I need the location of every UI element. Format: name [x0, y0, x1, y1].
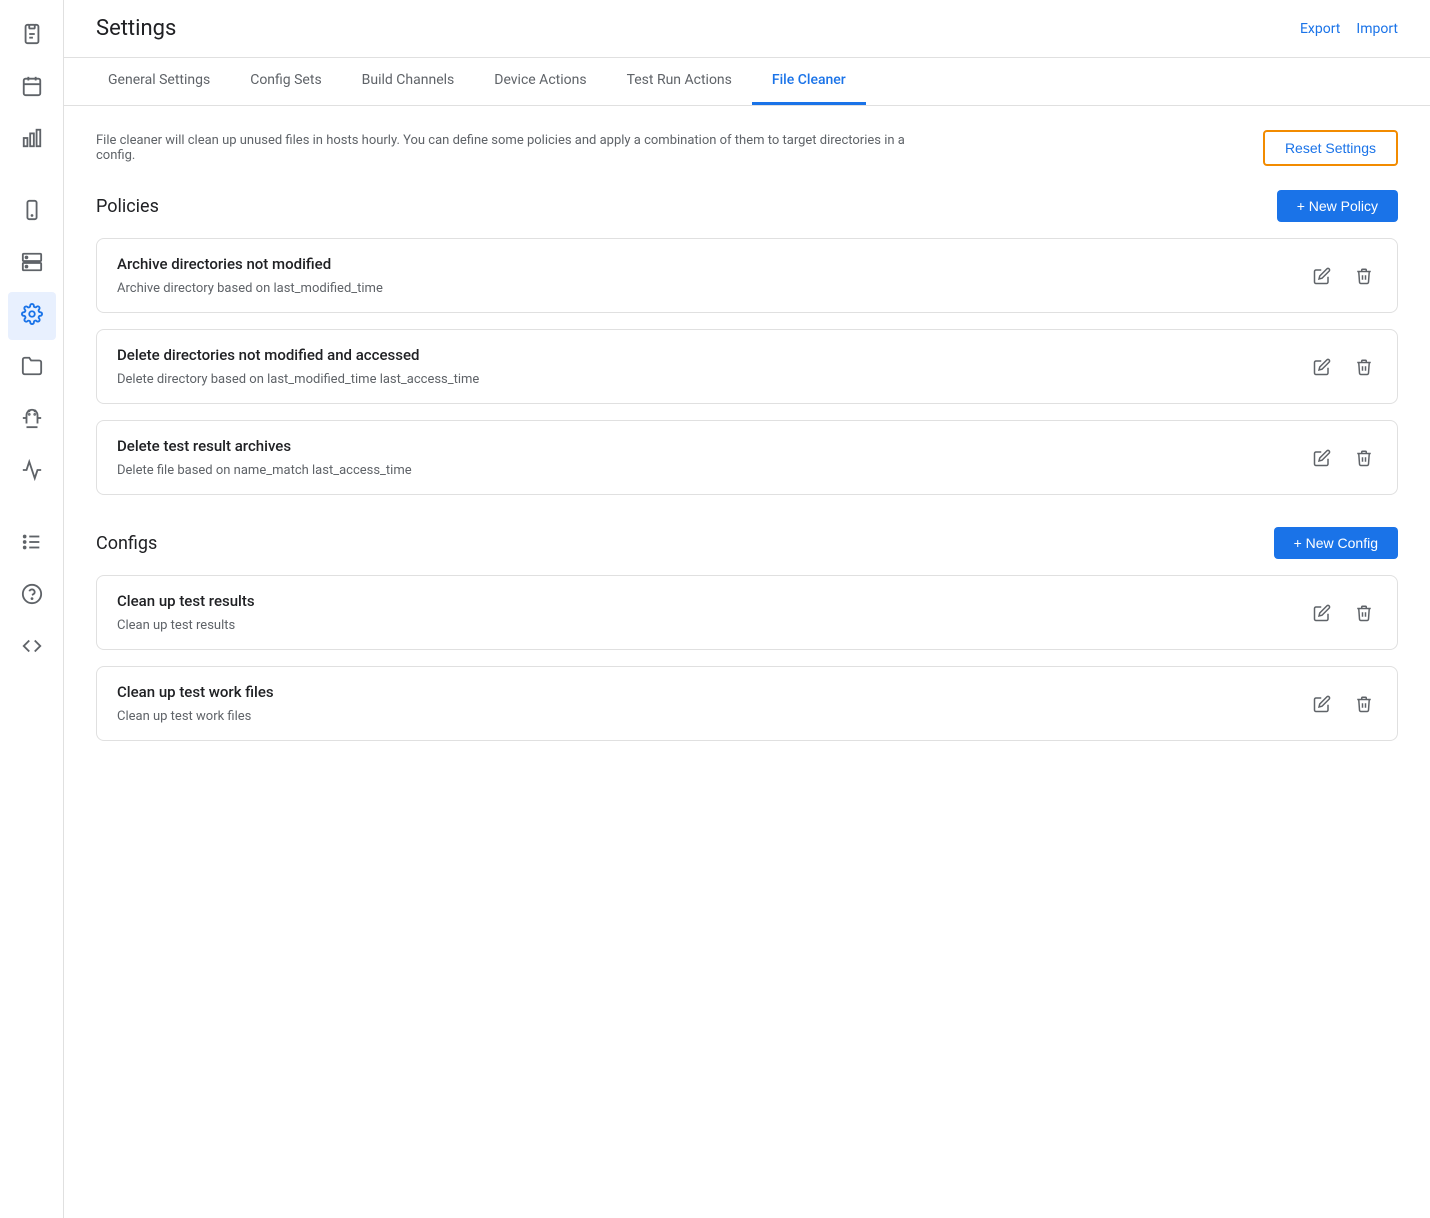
edit-config-1-button[interactable] — [1309, 691, 1335, 717]
config-subtitle-0: Clean up test results — [117, 618, 1309, 633]
policy-title-2: Delete test result archives — [117, 437, 1309, 455]
delete-policy-0-button[interactable] — [1351, 263, 1377, 289]
sidebar-item-clipboard[interactable] — [8, 12, 56, 60]
config-subtitle-1: Clean up test work files — [117, 709, 1309, 724]
delete-config-0-button[interactable] — [1351, 600, 1377, 626]
tab-general-settings[interactable]: General Settings — [88, 58, 230, 105]
config-card-1: Clean up test work files Clean up test w… — [96, 666, 1398, 741]
description-bar: File cleaner will clean up unused files … — [96, 130, 1398, 166]
delete-policy-1-button[interactable] — [1351, 354, 1377, 380]
delete-policy-2-button[interactable] — [1351, 445, 1377, 471]
config-card-actions-0 — [1309, 600, 1377, 626]
policy-card-actions-2 — [1309, 445, 1377, 471]
import-link[interactable]: Import — [1356, 21, 1398, 37]
sidebar-item-calendar[interactable] — [8, 64, 56, 112]
policy-title-1: Delete directories not modified and acce… — [117, 346, 1309, 364]
policy-card-0: Archive directories not modified Archive… — [96, 238, 1398, 313]
bar-chart-icon — [21, 127, 43, 154]
config-card-actions-1 — [1309, 691, 1377, 717]
config-title-0: Clean up test results — [117, 592, 1309, 610]
tab-test-run-actions[interactable]: Test Run Actions — [607, 58, 752, 105]
policy-subtitle-1: Delete directory based on last_modified_… — [117, 372, 1309, 387]
policies-title: Policies — [96, 196, 159, 217]
folder-icon — [21, 355, 43, 382]
edit-policy-0-button[interactable] — [1309, 263, 1335, 289]
new-policy-button[interactable]: + New Policy — [1277, 190, 1398, 222]
content-area: File cleaner will clean up unused files … — [64, 106, 1430, 1218]
tab-config-sets[interactable]: Config Sets — [230, 58, 341, 105]
list-icon — [21, 531, 43, 558]
sidebar-item-phone[interactable] — [8, 188, 56, 236]
tab-device-actions[interactable]: Device Actions — [474, 58, 606, 105]
config-card-content-1: Clean up test work files Clean up test w… — [117, 683, 1309, 724]
sidebar-item-server[interactable] — [8, 240, 56, 288]
edit-policy-1-button[interactable] — [1309, 354, 1335, 380]
policy-card-content-1: Delete directories not modified and acce… — [117, 346, 1309, 387]
config-title-1: Clean up test work files — [117, 683, 1309, 701]
policy-card-1: Delete directories not modified and acce… — [96, 329, 1398, 404]
export-link[interactable]: Export — [1300, 21, 1340, 37]
page-title: Settings — [96, 16, 176, 41]
configs-section-header: Configs + New Config — [96, 527, 1398, 559]
sidebar-item-help[interactable] — [8, 572, 56, 620]
reset-settings-button[interactable]: Reset Settings — [1263, 130, 1398, 166]
sidebar-item-settings[interactable] — [8, 292, 56, 340]
code-icon — [21, 635, 43, 662]
policy-card-actions-1 — [1309, 354, 1377, 380]
new-config-button[interactable]: + New Config — [1274, 527, 1398, 559]
header-actions: Export Import — [1300, 21, 1398, 37]
edit-policy-2-button[interactable] — [1309, 445, 1335, 471]
main-content: Settings Export Import General Settings … — [64, 0, 1430, 1218]
activity-icon — [21, 459, 43, 486]
sidebar-item-barchart[interactable] — [8, 116, 56, 164]
android-icon — [21, 407, 43, 434]
description-text: File cleaner will clean up unused files … — [96, 133, 916, 163]
sidebar-item-list[interactable] — [8, 520, 56, 568]
header: Settings Export Import — [64, 0, 1430, 58]
policy-subtitle-2: Delete file based on name_match last_acc… — [117, 463, 1309, 478]
policy-title-0: Archive directories not modified — [117, 255, 1309, 273]
server-icon — [21, 251, 43, 278]
edit-config-0-button[interactable] — [1309, 600, 1335, 626]
config-card-content-0: Clean up test results Clean up test resu… — [117, 592, 1309, 633]
config-card-0: Clean up test results Clean up test resu… — [96, 575, 1398, 650]
policies-section-header: Policies + New Policy — [96, 190, 1398, 222]
policy-card-2: Delete test result archives Delete file … — [96, 420, 1398, 495]
policy-card-content-2: Delete test result archives Delete file … — [117, 437, 1309, 478]
delete-config-1-button[interactable] — [1351, 691, 1377, 717]
settings-icon — [21, 303, 43, 330]
tab-file-cleaner[interactable]: File Cleaner — [752, 58, 866, 105]
sidebar-item-android[interactable] — [8, 396, 56, 444]
sidebar-item-code[interactable] — [8, 624, 56, 672]
sidebar-item-activity[interactable] — [8, 448, 56, 496]
policy-subtitle-0: Archive directory based on last_modified… — [117, 281, 1309, 296]
help-icon — [21, 583, 43, 610]
configs-title: Configs — [96, 533, 157, 554]
calendar-icon — [21, 75, 43, 102]
sidebar — [0, 0, 64, 1218]
policy-card-actions-0 — [1309, 263, 1377, 289]
policy-card-content-0: Archive directories not modified Archive… — [117, 255, 1309, 296]
phone-icon — [21, 199, 43, 226]
clipboard-icon — [21, 23, 43, 50]
sidebar-item-folder[interactable] — [8, 344, 56, 392]
tab-build-channels[interactable]: Build Channels — [342, 58, 475, 105]
tabs-bar: General Settings Config Sets Build Chann… — [64, 58, 1430, 106]
